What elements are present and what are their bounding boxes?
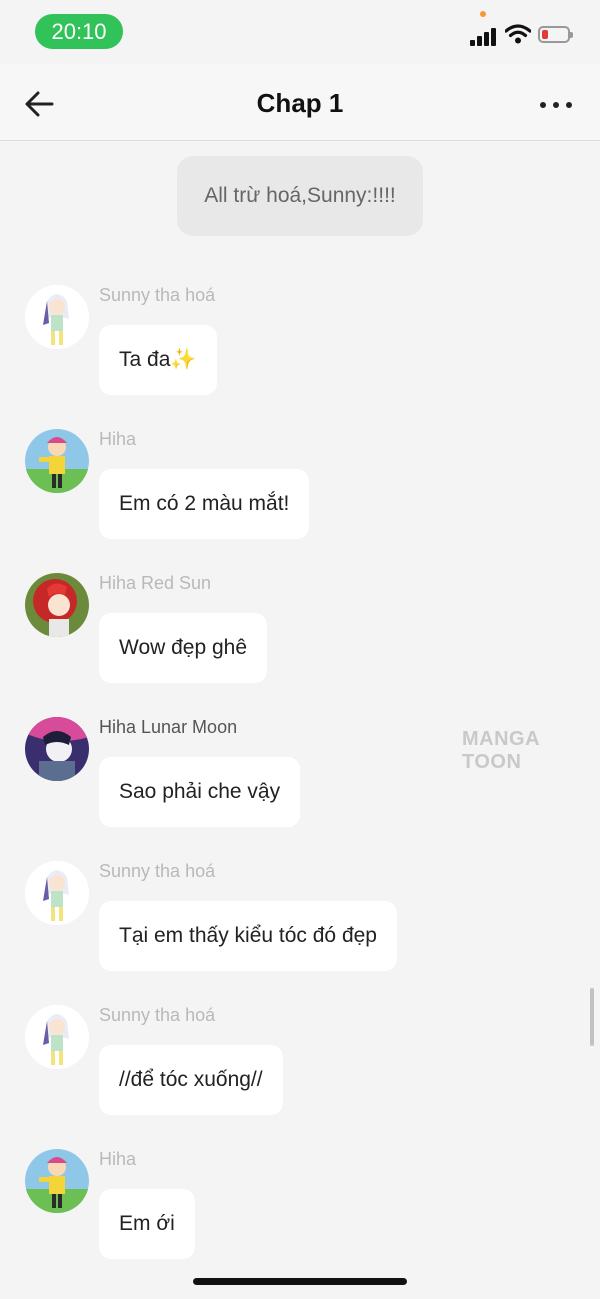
message-bubble[interactable]: Tại em thấy kiểu tóc đó đẹp <box>99 901 397 971</box>
privacy-indicator <box>480 11 486 17</box>
chat-message: Hiha Em ới <box>0 1149 600 1269</box>
avatar-hiha[interactable] <box>25 429 89 493</box>
chat-message: Sunny tha hoá Ta đa✨ <box>0 285 600 405</box>
status-bar: 20:10 <box>0 0 600 64</box>
cellular-signal-icon <box>470 28 498 46</box>
more-dots-icon[interactable] <box>540 102 574 110</box>
chat-message: Hiha Em có 2 màu mắt! <box>0 429 600 549</box>
chat-message: Sunny tha hoá Tại em thấy kiểu tóc đó đẹ… <box>0 861 600 981</box>
watermark-logo: MANGA TOON <box>462 728 540 773</box>
battery-low-icon <box>538 26 573 43</box>
avatar-hiha-red-sun[interactable] <box>25 573 89 637</box>
message-bubble[interactable]: //để tóc xuống// <box>99 1045 283 1115</box>
message-bubble[interactable]: Em ới <box>99 1189 195 1259</box>
page-title: Chap 1 <box>256 88 344 118</box>
sender-name: Sunny tha hoá <box>99 285 216 305</box>
sender-name: Sunny tha hoá <box>99 861 216 881</box>
sender-name: Hiha <box>99 429 137 449</box>
sender-name: Sunny tha hoá <box>99 1005 216 1025</box>
message-bubble[interactable]: Ta đa✨ <box>99 325 217 395</box>
avatar-hiha[interactable] <box>25 1149 89 1213</box>
sender-name: Hiha Red Sun <box>99 573 212 593</box>
message-bubble[interactable]: Sao phải che vậy <box>99 757 301 827</box>
sender-name: Hiha Lunar Moon <box>99 717 238 737</box>
sparkles-emoji: ✨ <box>170 348 197 371</box>
chapter-header: Chap 1 <box>0 64 600 141</box>
sender-name: Hiha <box>99 1149 137 1169</box>
avatar-hiha-lunar-moon[interactable] <box>25 717 89 781</box>
chat-message: Sunny tha hoá //để tóc xuống// <box>0 1005 600 1125</box>
avatar-sunny[interactable] <box>25 861 89 925</box>
chat-message: Hiha Red Sun Wow đẹp ghê <box>0 573 600 693</box>
avatar-sunny[interactable] <box>25 285 89 349</box>
message-bubble[interactable]: Wow đẹp ghê <box>99 613 268 683</box>
message-text: Ta đa <box>119 348 171 371</box>
wifi-icon <box>505 24 531 44</box>
home-indicator[interactable] <box>193 1278 407 1285</box>
message-bubble[interactable]: Em có 2 màu mắt! <box>99 469 310 539</box>
scrollbar[interactable] <box>590 988 594 1046</box>
status-time: 20:10 <box>35 14 123 49</box>
avatar-sunny[interactable] <box>25 1005 89 1069</box>
narration-bubble: All trừ hoá,Sunny:!!!! <box>177 156 423 236</box>
